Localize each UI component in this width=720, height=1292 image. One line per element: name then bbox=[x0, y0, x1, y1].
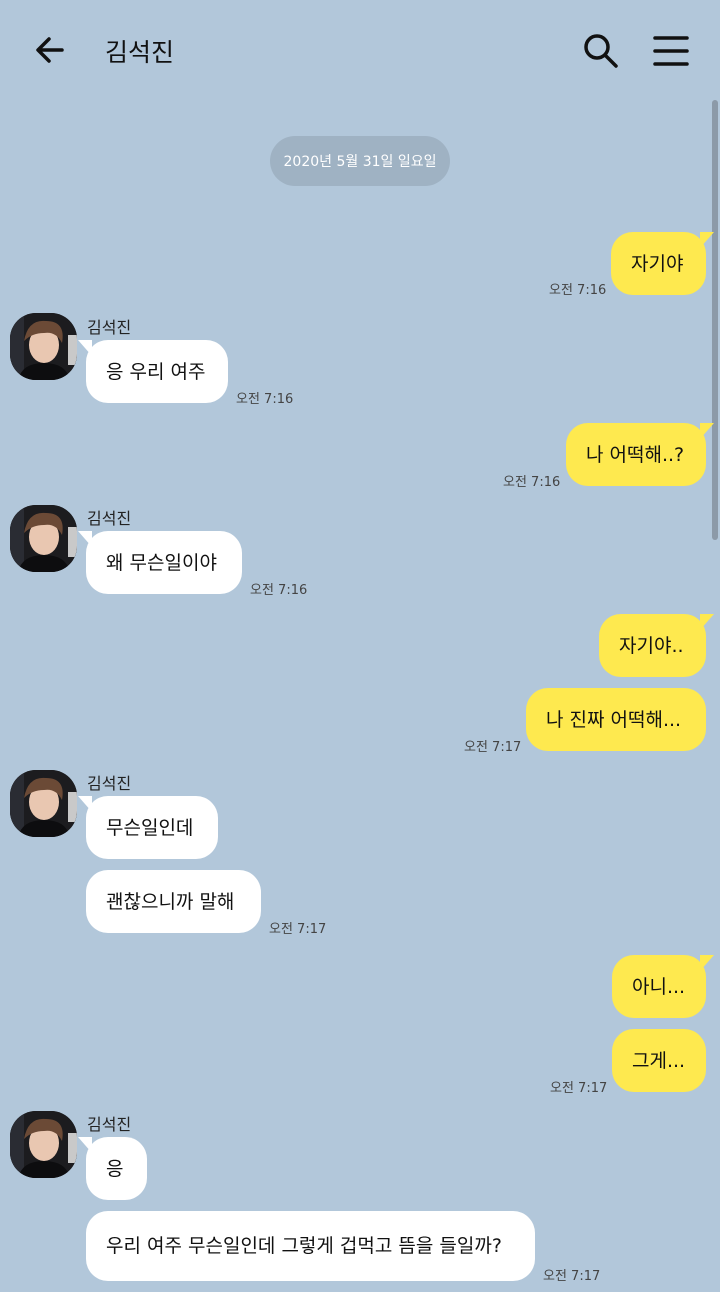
scrollbar[interactable] bbox=[712, 100, 718, 540]
menu-button[interactable] bbox=[650, 32, 692, 70]
chat-screen: 김석진 2020년 5월 31일 일요일 자기야 오전 7:16 김석진 응 우… bbox=[0, 0, 720, 1292]
sender-name: 김석진 bbox=[87, 509, 132, 528]
message-bubble-me[interactable]: 자기야.. bbox=[599, 614, 714, 677]
back-button[interactable] bbox=[30, 30, 70, 70]
message-bubble-other[interactable]: 응 bbox=[78, 1137, 147, 1200]
message-time: 오전 7:17 bbox=[550, 1081, 608, 1096]
message-bubble-me[interactable]: 나 어떡해..? bbox=[566, 423, 714, 486]
hamburger-menu-icon bbox=[653, 36, 689, 66]
message-bubble-other[interactable]: 응 우리 여주 bbox=[78, 340, 228, 403]
chat-header: 김석진 bbox=[0, 0, 720, 100]
search-button[interactable] bbox=[580, 30, 622, 72]
message-bubble-other[interactable]: 우리 여주 무슨일인데 그렇게 겁먹고 뜸을 들일까? bbox=[86, 1211, 535, 1281]
message-bubble-me[interactable]: 아니... bbox=[612, 955, 714, 1018]
sender-name: 김석진 bbox=[87, 318, 132, 337]
message-bubble-other[interactable]: 왜 무슨일이야 bbox=[78, 531, 242, 594]
avatar[interactable] bbox=[10, 770, 77, 837]
message-time: 오전 7:16 bbox=[549, 283, 607, 298]
profile-photo bbox=[10, 1111, 77, 1178]
sender-name: 김석진 bbox=[87, 774, 132, 793]
arrow-left-icon bbox=[36, 37, 64, 63]
message-time: 오전 7:16 bbox=[236, 392, 294, 407]
message-bubble-me[interactable]: 자기야 bbox=[611, 232, 714, 295]
message-time: 오전 7:17 bbox=[543, 1269, 601, 1284]
date-separator: 2020년 5월 31일 일요일 bbox=[270, 136, 450, 186]
message-time: 오전 7:16 bbox=[250, 583, 308, 598]
message-bubble-me[interactable]: 그게... bbox=[612, 1029, 706, 1092]
profile-photo bbox=[10, 505, 77, 572]
message-time: 오전 7:16 bbox=[503, 475, 561, 490]
message-bubble-other[interactable]: 무슨일인데 bbox=[78, 796, 218, 859]
avatar[interactable] bbox=[10, 505, 77, 572]
message-bubble-other[interactable]: 괜찮으니까 말해 bbox=[86, 870, 261, 933]
message-time: 오전 7:17 bbox=[464, 740, 522, 755]
profile-photo bbox=[10, 313, 77, 380]
sender-name: 김석진 bbox=[87, 1115, 132, 1134]
profile-photo bbox=[10, 770, 77, 837]
avatar[interactable] bbox=[10, 1111, 77, 1178]
search-icon bbox=[584, 34, 618, 68]
chat-title: 김석진 bbox=[105, 38, 175, 67]
message-time: 오전 7:17 bbox=[269, 922, 327, 937]
message-bubble-me[interactable]: 나 진짜 어떡해... bbox=[526, 688, 706, 751]
avatar[interactable] bbox=[10, 313, 77, 380]
